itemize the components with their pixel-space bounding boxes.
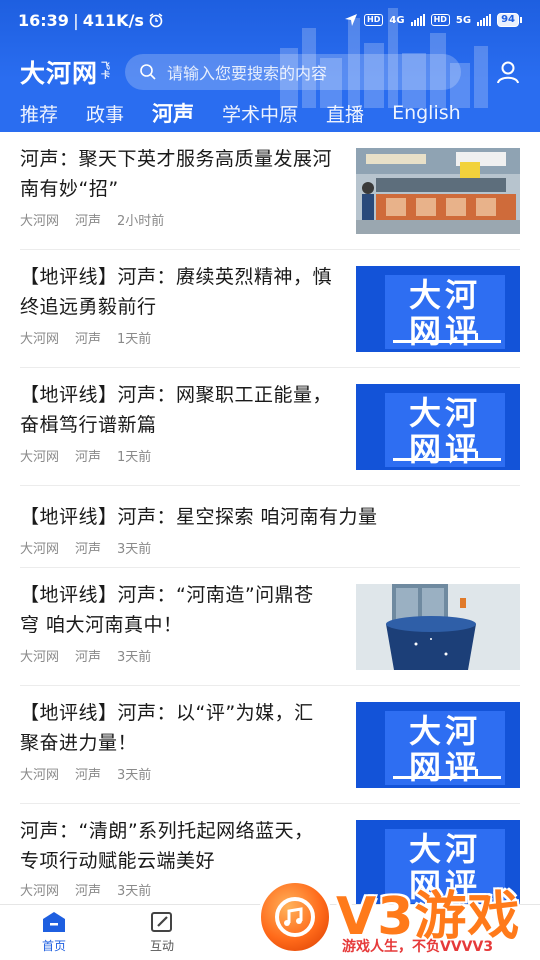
nav-home-label: 首页 xyxy=(41,939,66,953)
tab-politics[interactable]: 政事 xyxy=(86,100,124,127)
news-source: 大河网 xyxy=(20,650,60,665)
news-feed: 河声：聚天下英才服务高质量发展河南有妙“招” 大河网 河声 2小时前 【地评线】… xyxy=(0,132,540,922)
news-time: 3天前 xyxy=(117,650,152,665)
search-icon xyxy=(140,64,156,80)
news-channel: 河声 xyxy=(75,650,102,665)
status-bar: 16:39 | 411K/s HD 4G HD 5G 94 xyxy=(0,0,540,40)
news-meta: 大河网 河声 1天前 xyxy=(20,328,151,347)
news-time: 1天前 xyxy=(117,450,152,465)
news-title[interactable]: 河声：“清朗”系列托起网络蓝天，专项行动赋能云端美好 xyxy=(20,816,332,876)
news-thumbnail[interactable]: 大河 网评 xyxy=(356,384,520,470)
tab-academic[interactable]: 学术中原 xyxy=(222,100,298,127)
logo-subtext: 飞 卡 xyxy=(101,62,112,81)
news-time: 3天前 xyxy=(117,768,152,783)
edit-icon xyxy=(151,912,172,932)
news-channel: 河声 xyxy=(75,450,102,465)
location-icon xyxy=(345,14,358,26)
channel-tabs: 推荐 政事 河声 学术中原 直播 English xyxy=(0,94,540,132)
news-source: 大河网 xyxy=(20,214,60,229)
nav-home[interactable]: 首页 xyxy=(24,911,84,954)
watermark-overlay: V3游戏 游戏人生，不负VVVV3 xyxy=(252,874,540,960)
hd-badge: HD xyxy=(364,14,384,26)
news-time: 3天前 xyxy=(117,884,152,899)
news-title[interactable]: 【地评线】河声：网聚职工正能量，奋楫笃行谱新篇 xyxy=(20,380,332,440)
news-channel: 河声 xyxy=(75,214,102,229)
news-meta: 大河网 河声 3天前 xyxy=(20,538,151,557)
nav-interact[interactable]: 互动 xyxy=(132,911,192,954)
status-time: 16:39 xyxy=(18,10,69,30)
watermark-logo-icon xyxy=(258,880,332,954)
news-item[interactable]: 【地评线】河声：星空探索 咱河南有力量 大河网 河声 3天前 xyxy=(20,486,520,568)
news-thumbnail[interactable]: 大河 网评 xyxy=(356,266,520,352)
news-time: 3天前 xyxy=(117,542,152,557)
network-type-2: 5G xyxy=(455,14,472,26)
battery-level: 94 xyxy=(497,13,519,27)
news-meta: 大河网 河声 3天前 xyxy=(20,764,151,783)
tab-recommend[interactable]: 推荐 xyxy=(20,100,58,127)
news-meta: 大河网 河声 3天前 xyxy=(20,880,151,899)
news-thumbnail[interactable]: 大河 网评 xyxy=(356,702,520,788)
app-header: 16:39 | 411K/s HD 4G HD 5G 94 大河网 飞 卡 请输… xyxy=(0,0,540,132)
news-channel: 河声 xyxy=(75,332,102,347)
search-placeholder: 请输入您要搜索的内容 xyxy=(167,64,328,83)
tab-english[interactable]: English xyxy=(392,102,461,124)
user-icon xyxy=(497,61,519,84)
news-title[interactable]: 【地评线】河声：以“评”为媒，汇聚奋进力量！ xyxy=(20,698,332,758)
factory-photo xyxy=(356,148,520,234)
news-thumbnail[interactable] xyxy=(356,148,520,234)
search-input[interactable]: 请输入您要搜索的内容 xyxy=(125,54,462,90)
signal-icon-2 xyxy=(477,14,492,26)
news-title[interactable]: 河声：聚天下英才服务高质量发展河南有妙“招” xyxy=(20,144,332,204)
hd-badge-2: HD xyxy=(430,14,450,26)
news-meta: 大河网 河声 1天前 xyxy=(20,446,151,465)
news-source: 大河网 xyxy=(20,884,60,899)
news-item[interactable]: 【地评线】河声：赓续英烈精神，慎终追远勇毅前行 大河网 河声 1天前 大河 网评 xyxy=(20,250,520,368)
news-channel: 河声 xyxy=(75,768,102,783)
tab-live[interactable]: 直播 xyxy=(326,100,364,127)
news-source: 大河网 xyxy=(20,332,60,347)
news-title[interactable]: 【地评线】河声：赓续英烈精神，慎终追远勇毅前行 xyxy=(20,262,332,322)
signal-icon xyxy=(410,14,425,26)
alarm-icon xyxy=(149,13,163,28)
user-profile-button[interactable] xyxy=(494,58,522,86)
news-title[interactable]: 【地评线】河声：星空探索 咱河南有力量 xyxy=(20,502,520,532)
nav-interact-label: 互动 xyxy=(149,939,174,953)
news-item[interactable]: 河声：聚天下英才服务高质量发展河南有妙“招” 大河网 河声 2小时前 xyxy=(20,132,520,250)
news-source: 大河网 xyxy=(20,768,60,783)
news-source: 大河网 xyxy=(20,542,60,557)
news-thumbnail[interactable] xyxy=(356,584,520,670)
net-speed: 411K/s xyxy=(82,10,144,30)
header-toprow: 大河网 飞 卡 请输入您要搜索的内容 xyxy=(0,50,540,94)
logo-text: 大河网 xyxy=(20,59,99,88)
network-type: 4G xyxy=(389,14,405,26)
news-item[interactable]: 【地评线】河声：“河南造”问鼎苍穹 咱大河南真中！ 大河网 河声 3天前 xyxy=(20,568,520,686)
news-channel: 河声 xyxy=(75,884,102,899)
app-logo: 大河网 飞 卡 xyxy=(20,54,111,90)
news-title[interactable]: 【地评线】河声：“河南造”问鼎苍穹 咱大河南真中！ xyxy=(20,580,332,640)
news-meta: 大河网 河声 3天前 xyxy=(20,646,151,665)
battery-icon: 94 xyxy=(497,13,522,27)
news-time: 1天前 xyxy=(117,332,152,347)
news-time: 2小时前 xyxy=(117,214,165,229)
news-item[interactable]: 【地评线】河声：以“评”为媒，汇聚奋进力量！ 大河网 河声 3天前 大河 网评 xyxy=(20,686,520,804)
watermark-slogan: 游戏人生，不负VVVV3 xyxy=(342,939,494,955)
home-icon xyxy=(43,912,65,932)
tab-hesheng[interactable]: 河声 xyxy=(152,98,194,128)
news-source: 大河网 xyxy=(20,450,60,465)
news-channel: 河声 xyxy=(75,542,102,557)
news-item[interactable]: 【地评线】河声：网聚职工正能量，奋楫笃行谱新篇 大河网 河声 1天前 大河 网评 xyxy=(20,368,520,486)
satellite-photo xyxy=(356,584,520,670)
news-meta: 大河网 河声 2小时前 xyxy=(20,210,164,229)
